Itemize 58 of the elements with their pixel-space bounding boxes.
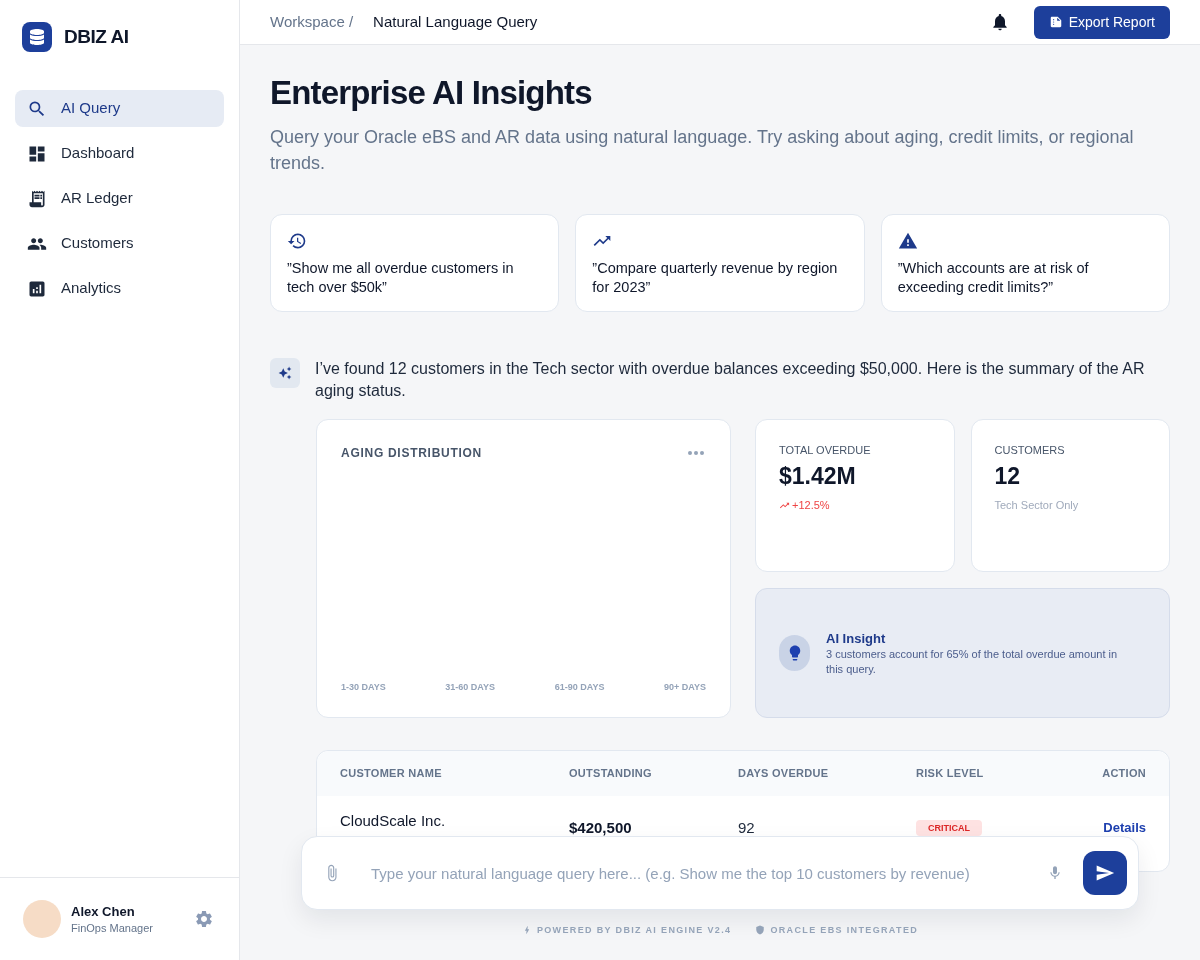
page-title: Enterprise AI Insights xyxy=(270,73,593,113)
chart-title: AGING DISTRIBUTION xyxy=(341,445,482,462)
column-header: RISK LEVEL xyxy=(916,766,984,782)
column-header: OUTSTANDING xyxy=(569,766,652,782)
column-header: DAYS OVERDUE xyxy=(738,766,829,782)
user-name: Alex Chen xyxy=(71,902,136,920)
database-logo-icon xyxy=(22,22,52,52)
insight-text: 3 customers account for 65% of the total overdue amount in this query. xyxy=(826,646,1119,677)
more-options-button[interactable] xyxy=(688,451,704,455)
stat-value: $1.42M xyxy=(779,462,857,491)
suggestion-card[interactable]: ”Which accounts are at risk of exceeding credit limits?” xyxy=(880,214,1170,312)
history-icon xyxy=(287,231,307,251)
stat-change: +12.5% xyxy=(792,498,830,512)
nav-item[interactable]: Customers xyxy=(15,225,224,262)
query-bar[interactable]: Type your natural language query here... (e.g. Show me the top 10 customers by revenue) xyxy=(301,836,1139,910)
receipt-icon xyxy=(27,188,47,209)
column-header: CUSTOMER NAME xyxy=(340,766,442,782)
ai-response-text: I’ve found 12 customers in the Tech sector with overdue balances exceeding $50,000. Here is the summary of the AR aging status. xyxy=(315,359,1146,401)
risk-badge: CRITICAL xyxy=(916,820,982,836)
more-dots-icon xyxy=(688,451,704,455)
export-report-button[interactable]: Export Report xyxy=(1033,5,1170,39)
table-cell-text: CloudScale Inc. xyxy=(340,810,446,831)
axis-label: 90+ DAYS xyxy=(664,681,706,693)
warning-icon xyxy=(897,231,918,251)
table-cell-text: $420,500 xyxy=(569,817,632,838)
nav-item[interactable]: AR Ledger xyxy=(15,180,224,217)
axis-label: 1-30 DAYS xyxy=(341,681,386,693)
send-icon xyxy=(1095,863,1115,883)
document-icon xyxy=(1048,15,1063,29)
brand-name: DBIZ AI xyxy=(64,24,129,49)
footer-text: POWERED BY DBIZ AI ENGINE V2.4 xyxy=(536,924,732,936)
stat-note: Tech Sector Only xyxy=(994,498,1080,512)
stat-value: 12 xyxy=(994,462,1022,491)
breadcrumb-link[interactable]: Workspace / xyxy=(270,10,354,34)
stat-label: CUSTOMERS xyxy=(994,443,1066,458)
suggestion-card[interactable]: ”Show me all overdue customers in tech over $50k” xyxy=(270,214,560,312)
column-header: ACTION xyxy=(1102,766,1146,782)
send-button[interactable] xyxy=(1083,851,1127,895)
user-role: FinOps Manager xyxy=(71,920,153,936)
breadcrumb-current: Natural Language Query xyxy=(373,11,538,32)
nav-item[interactable]: AI Query xyxy=(15,90,224,127)
nav-item[interactable]: Analytics xyxy=(15,270,224,307)
shield-icon xyxy=(755,925,766,935)
settings-icon xyxy=(194,909,214,929)
axis-label: 61-90 DAYS xyxy=(554,681,605,693)
sparkle-icon xyxy=(270,358,300,388)
settings-button[interactable] xyxy=(194,909,214,929)
table-cell-text: 92 xyxy=(738,817,755,838)
axis-label: 31-60 DAYS xyxy=(445,681,496,693)
query-input[interactable]: Type your natural language query here... (e.g. Show me the top 10 customers by revenue) xyxy=(371,858,1035,888)
nav-item[interactable]: Dashboard xyxy=(15,135,224,172)
details-link[interactable]: Details xyxy=(1103,818,1146,838)
footer-text: ORACLE EBS INTEGRATED xyxy=(770,924,919,936)
suggestion-card[interactable]: ”Compare quarterly revenue by region for 2023” xyxy=(575,214,865,312)
lightbulb-icon xyxy=(779,635,810,671)
page-subtitle: Query your Oracle eBS and AR data using natural language. Try asking about aging, credit limits, or regional trends. xyxy=(270,126,1135,175)
insight-title: AI Insight xyxy=(826,629,887,647)
stat-label: TOTAL OVERDUE xyxy=(779,443,872,458)
